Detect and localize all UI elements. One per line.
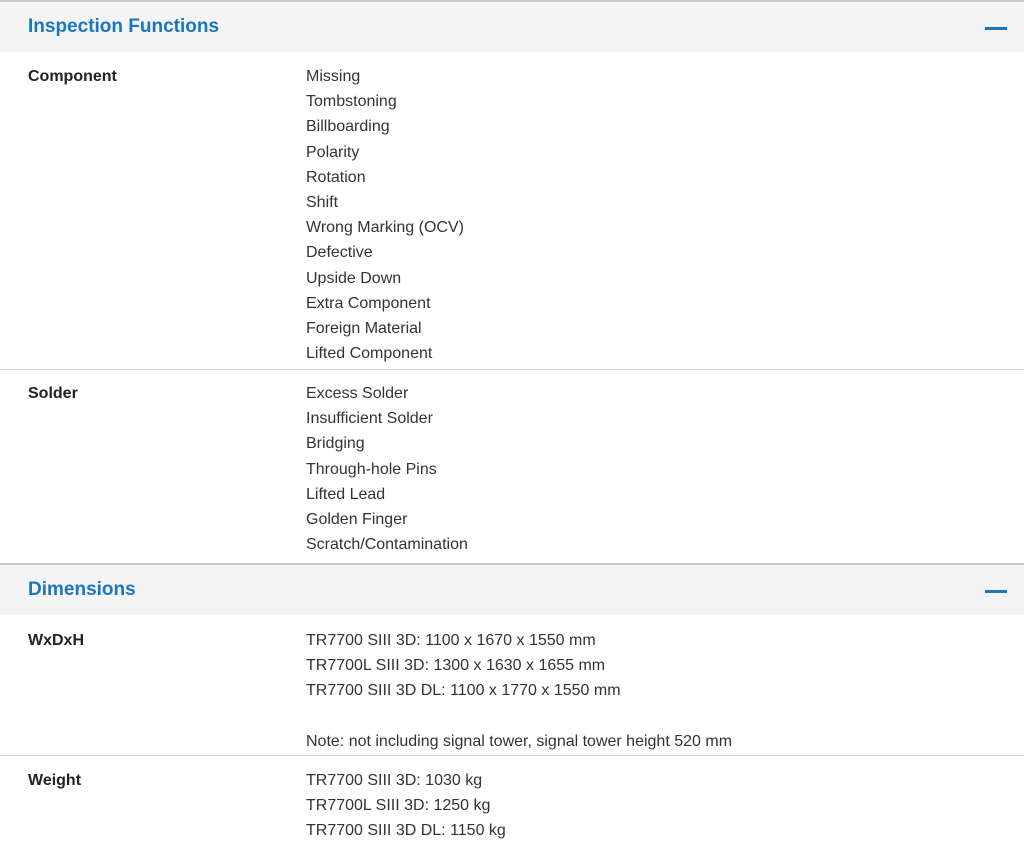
spec-value: TR7700 SIII 3D: 1100 x 1670 x 1550 mm bbox=[306, 632, 596, 649]
spec-value: Golden Finger bbox=[306, 511, 408, 529]
spec-value: Billboarding bbox=[306, 118, 390, 136]
spec-values-list: Excess Solder Insufficient Solder Bridgi… bbox=[306, 381, 1024, 563]
spec-value: Insufficient Solder bbox=[306, 410, 433, 428]
spec-value: Missing bbox=[306, 68, 361, 85]
spec-label: Solder bbox=[28, 385, 78, 402]
spec-value: Lifted Lead bbox=[306, 485, 386, 503]
spec-value: Excess Solder bbox=[306, 385, 409, 402]
spec-value: Defective bbox=[306, 244, 373, 262]
spec-value: Rotation bbox=[306, 168, 366, 186]
spec-value: Shift bbox=[306, 194, 339, 212]
collapse-minus-icon[interactable] bbox=[985, 590, 1007, 593]
spec-value: Foreign Material bbox=[306, 320, 422, 338]
spec-value: TR7700 SIII 3D DL: 1150 kg bbox=[306, 822, 506, 840]
spec-row-wxdxh: WxDxH TR7700 SIII 3D: 1100 x 1670 x 1550… bbox=[0, 615, 1024, 756]
collapse-minus-icon[interactable] bbox=[985, 27, 1007, 30]
spec-row-solder: Solder Excess Solder Insufficient Solder… bbox=[0, 370, 1024, 563]
spec-note: Note: not including signal tower, signal… bbox=[306, 732, 733, 750]
spec-value: TR7700L SIII 3D: 1250 kg bbox=[306, 797, 491, 815]
spec-value: Lifted Component bbox=[306, 345, 433, 363]
spec-value: Bridging bbox=[306, 435, 365, 453]
spec-value: TR7700 SIII 3D DL: 1100 x 1770 x 1550 mm bbox=[306, 682, 621, 700]
spec-row-component: Component Missing Tombstoning Billboardi… bbox=[0, 52, 1024, 370]
spec-values-list: TR7700 SIII 3D: 1030 kg TR7700L SIII 3D:… bbox=[306, 768, 1024, 849]
spec-row-weight: Weight TR7700 SIII 3D: 1030 kg TR7700L S… bbox=[0, 756, 1024, 849]
section-header-inspection-functions[interactable]: Inspection Functions bbox=[0, 0, 1024, 52]
spec-value: TR7700 SIII 3D: 1030 kg bbox=[306, 772, 483, 789]
spec-label: WxDxH bbox=[28, 632, 85, 649]
section-title: Dimensions bbox=[28, 579, 136, 600]
spec-value: TR7700L SIII 3D: 1300 x 1630 x 1655 mm bbox=[306, 657, 606, 675]
section-header-dimensions[interactable]: Dimensions bbox=[0, 563, 1024, 615]
spec-values-list: TR7700 SIII 3D: 1100 x 1670 x 1550 mm TR… bbox=[306, 628, 1024, 755]
spec-value: Upside Down bbox=[306, 269, 402, 287]
spec-values-list: Missing Tombstoning Billboarding Polarit… bbox=[306, 64, 1024, 369]
spec-value: Tombstoning bbox=[306, 93, 397, 111]
spec-value: Extra Component bbox=[306, 294, 431, 312]
spec-value: Wrong Marking (OCV) bbox=[306, 219, 464, 237]
spec-value: Through-hole Pins bbox=[306, 460, 437, 478]
spec-label: Component bbox=[28, 68, 117, 85]
spec-label: Weight bbox=[28, 772, 82, 789]
section-title: Inspection Functions bbox=[28, 16, 220, 37]
spec-value: Polarity bbox=[306, 143, 360, 161]
spec-value: Scratch/Contamination bbox=[306, 536, 468, 554]
